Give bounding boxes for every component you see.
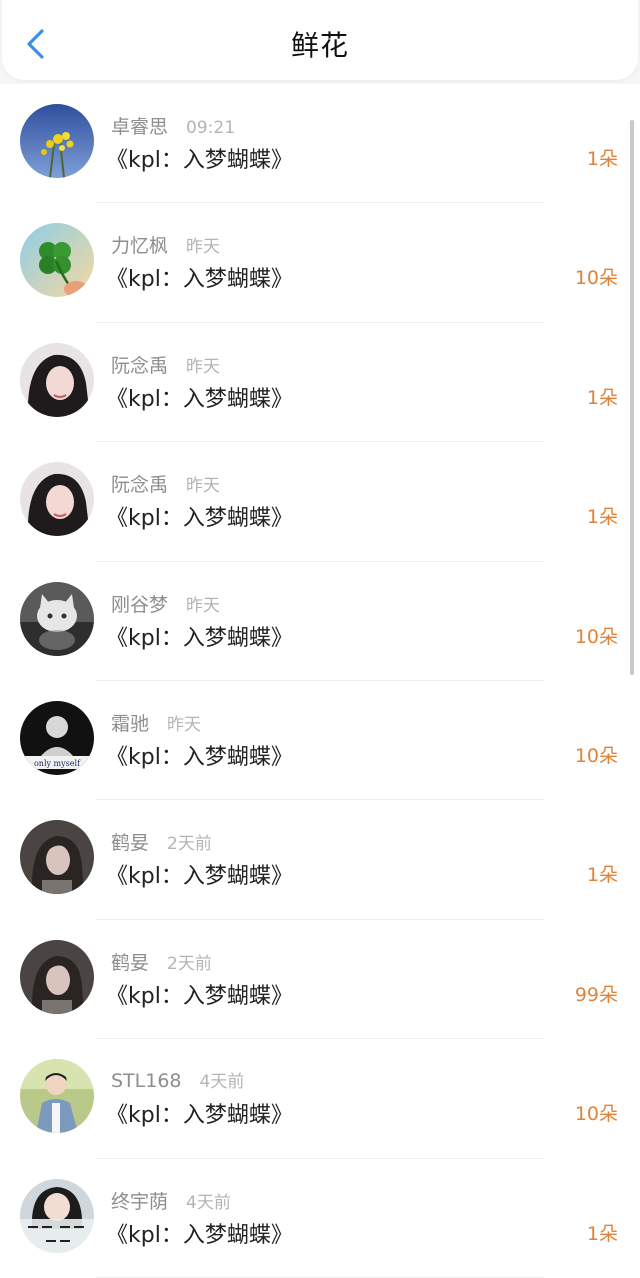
sender-name: 力忆枫 昨天 (111, 235, 221, 258)
avatar[interactable] (20, 1059, 94, 1134)
flower-count: 1朵 (586, 864, 618, 887)
yellow-flowers-sky-avatar-icon (20, 104, 94, 178)
timestamp: 昨天 (167, 714, 202, 735)
timestamp: 昨天 (186, 356, 221, 377)
flower-count: 1朵 (586, 506, 618, 529)
list-item[interactable]: 鹤妟 2天前 《kpl：入梦蝴蝶》 1朵 (0, 800, 640, 921)
sender-name: 阮念禹 昨天 (111, 354, 221, 377)
avatar[interactable] (20, 223, 94, 298)
flower-count: 1朵 (586, 148, 618, 170)
flower-count: 10朵 (574, 1103, 618, 1126)
dark-girl-avatar-icon (20, 820, 94, 895)
boy-outdoor-avatar-icon (20, 1059, 94, 1134)
work-title: 《kpl：入梦蝴蝶》 (106, 983, 293, 1009)
list-item[interactable]: 终宇荫 4天前 《kpl：入梦蝴蝶》 1朵 (0, 1159, 640, 1278)
work-title: 《kpl：入梦蝴蝶》 (106, 625, 293, 651)
sender-name: 鹤妟 2天前 (111, 951, 212, 974)
work-title: 《kpl：入梦蝴蝶》 (106, 506, 293, 532)
work-title: 《kpl：入梦蝴蝶》 (106, 267, 293, 293)
dark-figure-avatar-icon: only myself (20, 700, 94, 775)
avatar-caption: only myself (34, 759, 81, 768)
flower-count: 10朵 (574, 744, 618, 767)
work-title: 《kpl：入梦蝴蝶》 (106, 1222, 293, 1248)
timestamp: 昨天 (186, 595, 221, 616)
flower-count: 10朵 (574, 267, 618, 290)
top-bar: 鲜花 (2, 0, 638, 80)
white-cat-avatar-icon (20, 581, 94, 656)
work-title: 《kpl：入梦蝴蝶》 (106, 386, 293, 412)
timestamp: 昨天 (186, 476, 221, 497)
work-title: 《kpl：入梦蝴蝶》 (106, 1103, 293, 1129)
woman-portrait-avatar-icon (20, 462, 94, 537)
four-leaf-clover-avatar-icon (20, 223, 94, 298)
avatar[interactable] (20, 462, 94, 537)
sender-name: 霜驰 昨天 (111, 712, 202, 735)
avatar[interactable] (20, 939, 94, 1014)
dark-girl-avatar-icon (20, 939, 94, 1014)
scrollbar[interactable] (630, 120, 634, 675)
list-item[interactable]: 阮念禹 昨天 《kpl：入梦蝴蝶》 1朵 (0, 442, 640, 562)
timestamp: 09:21 (186, 118, 236, 138)
list-item[interactable]: 阮念禹 昨天 《kpl：入梦蝴蝶》 1朵 (0, 323, 640, 443)
work-title: 《kpl：入梦蝴蝶》 (106, 744, 293, 770)
flower-count: 99朵 (574, 983, 618, 1006)
flower-count: 1朵 (586, 1222, 618, 1245)
page-title: 鲜花 (290, 29, 349, 62)
avatar[interactable] (20, 342, 94, 417)
timestamp: 4天前 (199, 1072, 245, 1093)
flower-count: 1朵 (586, 386, 618, 409)
flower-count: 10朵 (574, 625, 618, 648)
girl-with-text-avatar-icon (20, 1178, 94, 1253)
work-title: 《kpl：入梦蝴蝶》 (106, 864, 293, 890)
timestamp: 昨天 (186, 237, 221, 258)
timestamp: 2天前 (167, 953, 212, 974)
list-item[interactable]: STL168 4天前 《kpl：入梦蝴蝶》 10朵 (0, 1039, 640, 1159)
list-item[interactable]: 鹤妟 2天前 《kpl：入梦蝴蝶》 99朵 (0, 920, 640, 1040)
list-item[interactable]: only myself 霜驰 昨天 《kpl：入梦蝴蝶》 10朵 (0, 681, 640, 801)
work-title: 《kpl：入梦蝴蝶》 (106, 148, 293, 173)
list-item[interactable]: 刚谷梦 昨天 《kpl：入梦蝴蝶》 10朵 (0, 562, 640, 682)
list-item[interactable]: 卓睿思 09:21 《kpl：入梦蝴蝶》 1朵 (0, 84, 640, 204)
sender-name: 鹤妟 2天前 (111, 832, 212, 855)
sender-name: 卓睿思 09:21 (111, 116, 236, 138)
avatar[interactable] (20, 820, 94, 895)
avatar[interactable] (20, 581, 94, 656)
avatar[interactable]: only myself (20, 700, 94, 775)
flower-list: 卓睿思 09:21 《kpl：入梦蝴蝶》 1朵 力忆枫 昨天 《kpl：入梦蝴蝶》 … (0, 84, 640, 1278)
avatar[interactable] (20, 1178, 94, 1253)
sender-name: 终宇荫 4天前 (111, 1190, 231, 1213)
timestamp: 4天前 (186, 1192, 231, 1213)
sender-name: STL168 4天前 (111, 1070, 245, 1093)
avatar[interactable] (20, 104, 94, 178)
woman-portrait-avatar-icon (20, 342, 94, 417)
timestamp: 2天前 (167, 834, 212, 855)
sender-name: 刚谷梦 昨天 (111, 593, 221, 616)
list-item[interactable]: 力忆枫 昨天 《kpl：入梦蝴蝶》 10朵 (0, 203, 640, 324)
sender-name: 阮念禹 昨天 (111, 474, 221, 497)
